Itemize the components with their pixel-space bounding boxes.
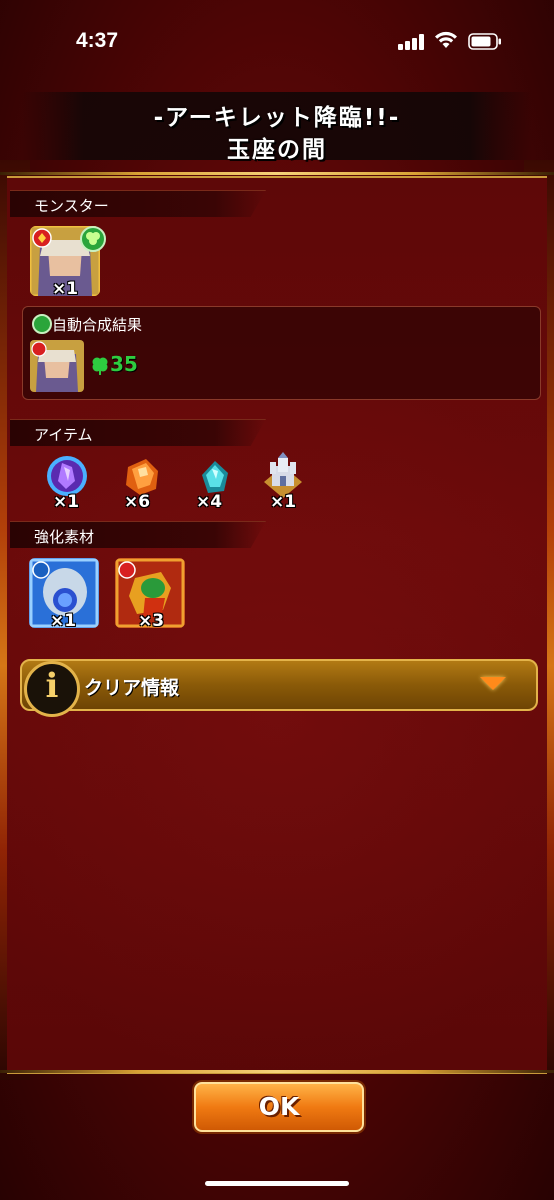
ok-button[interactable]: OK bbox=[194, 1082, 364, 1132]
auto-merge-clover-icon bbox=[32, 314, 52, 334]
quest-title: -アーキレット降臨!!- bbox=[153, 105, 401, 131]
clover-badge-icon bbox=[80, 226, 106, 252]
chevron-down-icon[interactable] bbox=[480, 677, 506, 690]
monster-count: ×1 bbox=[52, 279, 79, 299]
item-count-3: ×4 bbox=[196, 492, 223, 512]
status-bar: 4:37 bbox=[0, 0, 554, 80]
luck-clover-icon bbox=[92, 357, 108, 375]
top-divider bbox=[0, 172, 554, 175]
item-count-2: ×6 bbox=[124, 492, 151, 512]
item-section-label: アイテム bbox=[34, 426, 93, 444]
info-icon: i bbox=[24, 661, 80, 717]
status-time: 4:37 bbox=[76, 29, 119, 52]
signal-icon bbox=[398, 34, 426, 50]
item-section-header: アイテム bbox=[10, 419, 266, 446]
material-section-header: 強化素材 bbox=[10, 521, 266, 548]
clear-info-label: クリア情報 bbox=[84, 677, 180, 699]
luck-value: 35 bbox=[110, 352, 138, 376]
auto-merge-label: 自動合成結果 bbox=[52, 316, 143, 334]
item-count-1: ×1 bbox=[53, 492, 80, 512]
ok-button-label: OK bbox=[258, 1092, 300, 1121]
material-section-label: 強化素材 bbox=[34, 528, 95, 546]
merged-monster-tile[interactable] bbox=[30, 340, 84, 392]
item-count-4: ×1 bbox=[270, 492, 297, 512]
monster-section-header: モンスター bbox=[10, 190, 266, 217]
home-indicator[interactable] bbox=[205, 1181, 349, 1186]
material-count-2: ×3 bbox=[138, 611, 165, 631]
material-count-1: ×1 bbox=[50, 611, 77, 631]
wifi-icon bbox=[435, 31, 457, 48]
bottom-divider bbox=[0, 1070, 554, 1073]
monster-section-label: モンスター bbox=[34, 197, 109, 215]
stage-title: 玉座の間 bbox=[227, 137, 327, 163]
merged-monster-portrait-icon bbox=[30, 340, 84, 392]
battery-icon bbox=[468, 33, 501, 50]
